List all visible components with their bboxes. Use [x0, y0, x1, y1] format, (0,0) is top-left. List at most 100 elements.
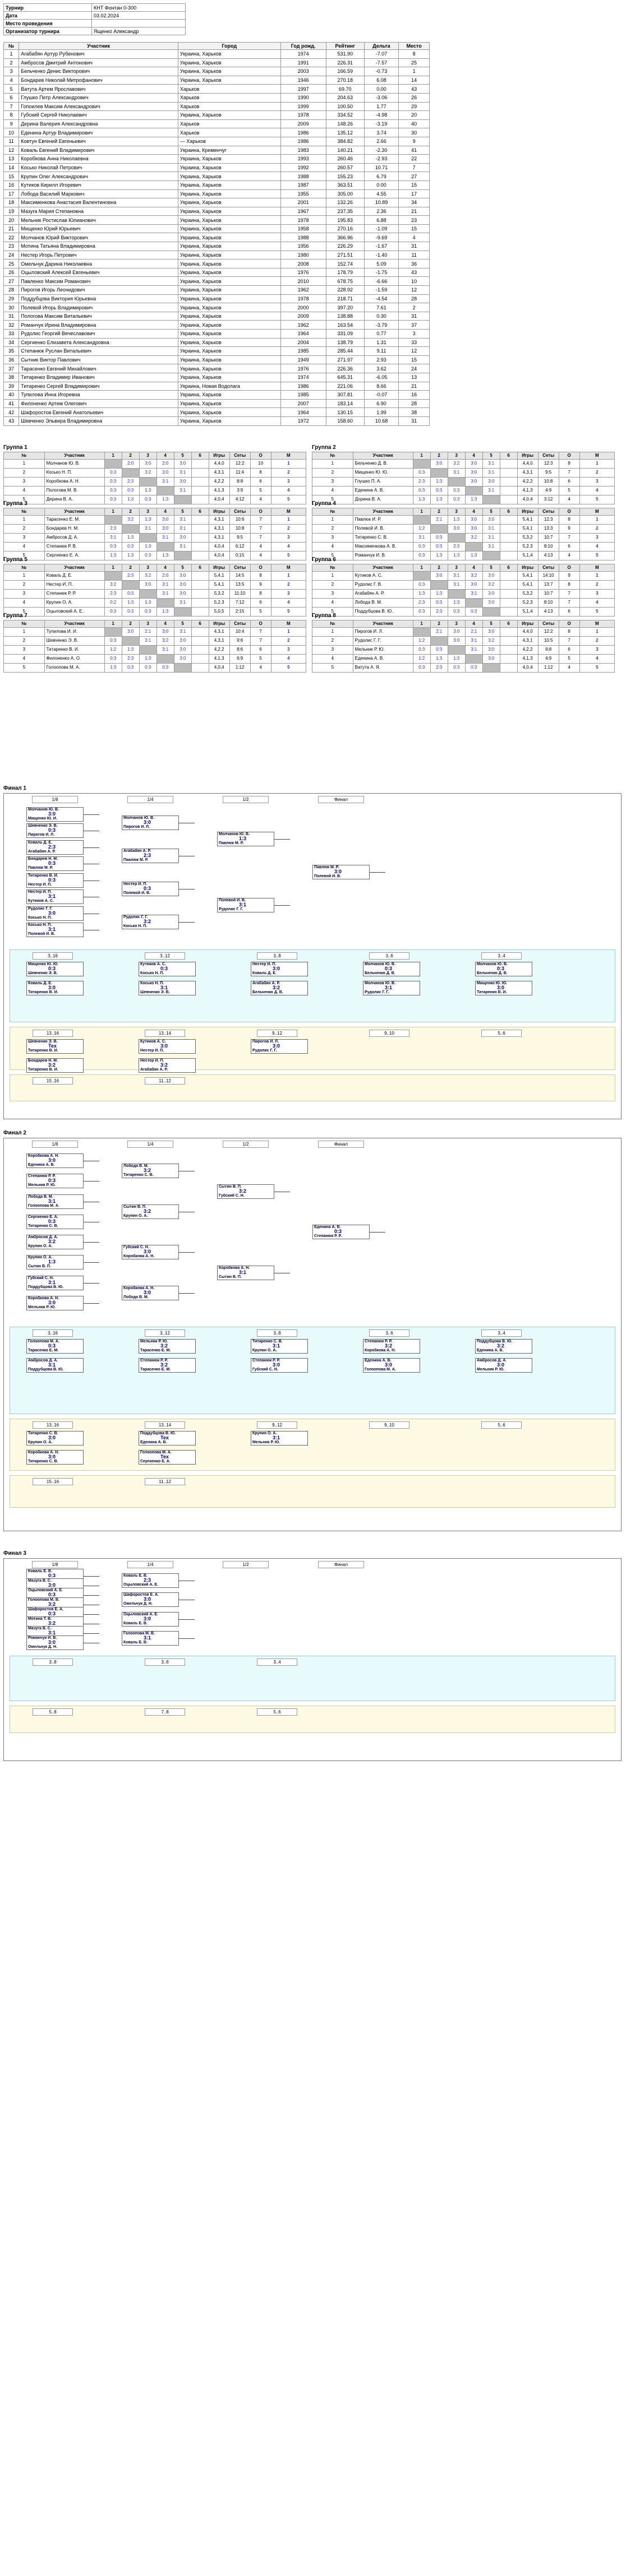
- group-cell: 4: [312, 485, 353, 495]
- group-games: 5,4,1: [517, 580, 538, 590]
- group-sets: 11:4: [229, 467, 251, 478]
- group-score-cell: [191, 515, 209, 525]
- table-row: 8 Губский Сергей Николаевич Украина, Харьк…: [3, 110, 430, 120]
- table-cell: 195.83: [325, 215, 365, 225]
- bracket-match: Молчанов Ю. В. 3:0 Пирогов И. Л.: [122, 816, 179, 830]
- group-score-cell: 3:0: [464, 458, 483, 469]
- group-games: 4,3,1: [208, 532, 230, 543]
- group-row: 3 Глушко П. А. 2:3 1:3 3:0 3:0 4,2,2 10:8 6 3: [312, 476, 615, 487]
- group-column-header: Игры: [517, 507, 538, 516]
- match-player-2: Мищенко Ю. И.: [28, 817, 57, 821]
- bracket-match: Поддубцова В. Ю. 3:2 Еденина А. В.: [475, 1339, 532, 1354]
- group-player-name: Филоненко А. О.: [44, 654, 105, 664]
- table-cell: 1980: [280, 250, 326, 260]
- table-cell: 1991: [280, 58, 326, 68]
- table-cell: Бельченко Денис Викторович: [19, 67, 178, 76]
- match-score: 0:3: [144, 886, 151, 891]
- table-row: 9 Дерина Валерия Александровна Харьков 2009…: [3, 119, 430, 129]
- group-player-name: Бельченко Д. В.: [352, 458, 413, 469]
- table-cell: Украина, Харьков: [177, 58, 281, 68]
- table-cell: 20: [3, 215, 20, 225]
- bracket-match: Еденина А. В. 0:3 Степанюк Р. Р.: [312, 1225, 370, 1239]
- group-score-cell: [430, 467, 448, 478]
- group-row: 2 Рудолис Г. Г. 1:2 3:0 3:1 3:2 4,3,1 10:5 7 2: [312, 636, 615, 646]
- bracket-connector: [179, 1638, 195, 1639]
- table-cell: 3: [3, 67, 20, 76]
- table-cell: Пологова Максим Витальевич: [19, 311, 178, 321]
- group-cell: 2: [312, 580, 353, 590]
- protocol-page: Турнир КНТ Фонтан 0-300 Дата 03.02.2024 Мест…: [0, 0, 626, 673]
- group-score-cell: 0:2: [104, 597, 122, 608]
- match-player-2: Павлюк М. Р.: [219, 841, 244, 845]
- match-score: 3:1: [144, 1635, 151, 1641]
- group-column-header: Сеты: [537, 451, 559, 460]
- table-cell: Еденина Артур Владимирович: [19, 128, 178, 137]
- group-score-cell: 1:2: [412, 654, 431, 664]
- bracket-match: Молчанов Ю. В. 3:1 Рудолис Г. Г.: [363, 981, 420, 995]
- table-row: 41 Филоненко Артем Олегович Украина, Харьк…: [3, 399, 430, 409]
- table-cell: Харьков: [177, 128, 281, 137]
- match-player-2: Голоопова М. А.: [365, 1368, 396, 1372]
- table-cell: 29: [3, 294, 20, 304]
- bracket-match: Нестер И. П. 0:3 Полевой И. В.: [122, 882, 179, 896]
- table-cell: Украина, Харьков: [177, 250, 281, 260]
- group-score-cell: 3:0: [482, 654, 500, 664]
- group-score-cell: 0:3: [412, 662, 431, 673]
- group-score-cell: 3:0: [139, 580, 157, 590]
- table-cell: 3.74: [363, 128, 399, 137]
- group-score-cell: 0:3: [104, 467, 122, 478]
- group-score-cell: 0:3: [430, 597, 448, 608]
- band-round-label: 5..6: [481, 1030, 522, 1037]
- table-cell: 9.11: [363, 346, 399, 356]
- group-place: 3: [270, 532, 307, 543]
- table-cell: 35: [3, 346, 20, 356]
- table-cell: 0.00: [363, 84, 399, 94]
- group-row: 2 Бондарев Н. М. 2:3 3:1 3:0 3:1 4,3,1 10:8 7 2: [3, 523, 307, 534]
- bracket-connector: [84, 847, 99, 848]
- group-score-cell: [499, 485, 518, 495]
- group-score-cell: [156, 654, 174, 664]
- group-score-cell: 0:3: [104, 636, 122, 646]
- group-score-cell: 3:2: [104, 580, 122, 590]
- table-cell: Украина, Харьков: [177, 180, 281, 190]
- group-cell: 4: [312, 541, 353, 552]
- table-cell: 226.31: [325, 58, 365, 68]
- group-points: 4: [250, 662, 271, 673]
- group-score-cell: 0:3: [430, 532, 448, 543]
- group-score-cell: 3:1: [156, 532, 174, 543]
- group-points: 8: [558, 627, 580, 637]
- table-cell: 645.31: [325, 372, 365, 382]
- band-round-label: 5..8: [33, 1708, 73, 1716]
- group-score-cell: 1:2: [104, 645, 122, 655]
- group-score-cell: 0:3: [121, 662, 140, 673]
- match-score: 3:1: [48, 1198, 56, 1204]
- band-round-label: 3..16: [33, 952, 73, 960]
- group-points: 8: [250, 589, 271, 599]
- group-player-name: Нестер И. П.: [44, 580, 105, 590]
- match-score: 3:0: [48, 1454, 56, 1460]
- group-place: 2: [579, 467, 615, 478]
- bracket-match: Крупин О. А. 3:1 Мельник Р. Ю.: [251, 1431, 308, 1445]
- band-round-label: 3..12: [145, 952, 185, 960]
- group-score-cell: 1:3: [447, 597, 466, 608]
- group-score-cell: 3:0: [173, 654, 192, 664]
- table-cell: 271.51: [325, 250, 365, 260]
- group-score-cell: [191, 523, 209, 534]
- group-card: Группа 4 № Участник 1 2 3 4 5 6 Игры Сеты О М 1 Павлюк…: [312, 500, 615, 560]
- group-player-name: Еденина А. В.: [352, 654, 413, 664]
- group-score-cell: 2:3: [412, 476, 431, 487]
- group-score-cell: 1:3: [447, 515, 466, 525]
- bracket-match: Молчанов Ю. В. 1:3 Павлюк М. Р.: [217, 832, 274, 846]
- group-points: 6: [558, 645, 580, 655]
- group-player-name: Пирогов И. Л.: [352, 627, 413, 637]
- match-player-2: Полевой И. В.: [28, 932, 56, 936]
- group-column-header: 1: [412, 563, 431, 572]
- group-score-cell: [191, 580, 209, 590]
- group-sets: 12:3: [537, 458, 559, 469]
- group-score-cell: 3:0: [447, 636, 466, 646]
- bracket-connector: [84, 1181, 99, 1182]
- group-score-cell: [139, 589, 157, 599]
- group-column-header: Сеты: [229, 619, 251, 628]
- match-player-2: Губский С. Н.: [219, 1194, 245, 1198]
- group-score-cell: 3:1: [464, 636, 483, 646]
